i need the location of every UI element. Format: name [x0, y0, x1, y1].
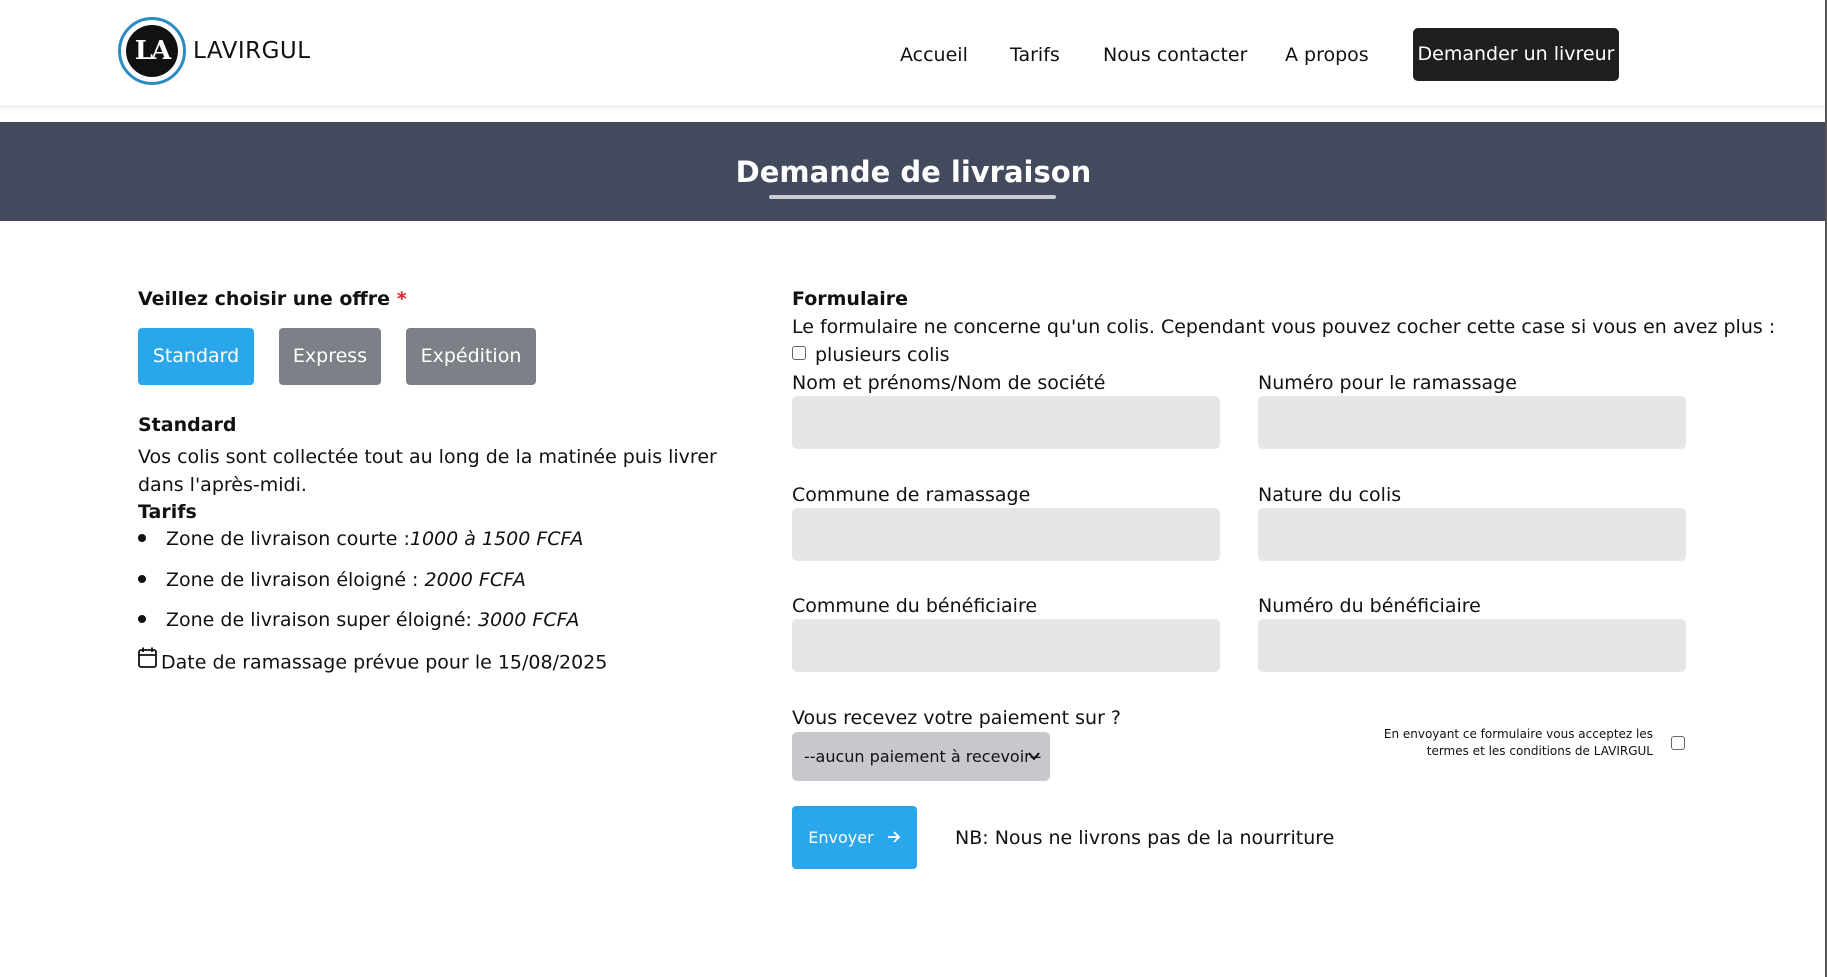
- payment-selected-value: --aucun paiement à recevoir--: [804, 747, 1042, 766]
- pickup-date: Date de ramassage prévue pour le 15/08/2…: [138, 647, 608, 676]
- parcel-nature-label: Nature du colis: [1258, 484, 1402, 506]
- nav-contact[interactable]: Nous contacter: [1103, 44, 1247, 66]
- terms-text: En envoyant ce formulaire vous acceptez …: [1383, 727, 1653, 758]
- send-button[interactable]: Envoyer: [792, 806, 917, 869]
- page-banner: Demande de livraison: [0, 122, 1827, 221]
- multiple-parcels-label: plusieurs colis: [815, 344, 950, 366]
- tarif-label: Zone de livraison courte :: [166, 528, 410, 550]
- pickup-number-label: Numéro pour le ramassage: [1258, 372, 1517, 394]
- tarif-item: Zone de livraison éloigné : 2000 FCFA: [138, 569, 526, 591]
- offer-description: Vos colis sont collectée tout au long de…: [138, 446, 717, 496]
- offer-detail-title: Standard: [138, 414, 237, 436]
- pickup-commune-label: Commune de ramassage: [792, 484, 1031, 506]
- offer-standard-button[interactable]: Standard: [138, 328, 254, 385]
- bullet: [138, 614, 146, 623]
- food-note: NB: Nous ne livrons pas de la nourriture: [955, 827, 1335, 849]
- form-title: Formulaire: [792, 288, 909, 310]
- offer-label-text: Veillez choisir une offre: [138, 288, 391, 310]
- tarif-price: 3000 FCFA: [478, 609, 580, 631]
- chevron-down-icon: [1028, 732, 1040, 802]
- terms-checkbox[interactable]: [1671, 736, 1685, 750]
- nav-tarifs[interactable]: Tarifs: [1010, 44, 1060, 66]
- logo[interactable]: LA: [118, 17, 186, 85]
- offer-express-button[interactable]: Express: [279, 328, 381, 385]
- title-underline: [769, 195, 1056, 199]
- tarif-item: Zone de livraison super éloigné: 3000 FC…: [138, 609, 579, 631]
- recipient-number-label: Numéro du bénéficiaire: [1258, 595, 1481, 617]
- site-header: LA LAVIRGUL Accueil Tarifs Nous contacte…: [0, 0, 1827, 107]
- bullet: [138, 574, 146, 583]
- tarif-price: 1000 à 1500 FCFA: [409, 528, 584, 550]
- tarif-price: 2000 FCFA: [424, 569, 526, 591]
- bullet: [138, 533, 146, 542]
- payment-select[interactable]: --aucun paiement à recevoir--: [792, 732, 1050, 781]
- payment-label: Vous recevez votre paiement sur ?: [792, 707, 1122, 729]
- name-label: Nom et prénoms/Nom de société: [792, 372, 1106, 394]
- tarif-label: Zone de livraison super éloigné:: [166, 609, 478, 631]
- parcel-nature-input[interactable]: [1258, 508, 1686, 561]
- tarif-item: Zone de livraison courte :1000 à 1500 FC…: [138, 528, 583, 550]
- required-mark: *: [396, 288, 407, 310]
- recipient-commune-input[interactable]: [792, 619, 1220, 672]
- nav-about[interactable]: A propos: [1285, 44, 1369, 66]
- tarifs-title: Tarifs: [138, 501, 197, 523]
- name-input[interactable]: [792, 396, 1220, 449]
- browser-window: LA LAVIRGUL Accueil Tarifs Nous contacte…: [0, 0, 1827, 977]
- arrow-right-icon: [887, 806, 901, 869]
- nav-accueil[interactable]: Accueil: [900, 44, 968, 66]
- request-courier-button[interactable]: Demander un livreur: [1413, 28, 1619, 81]
- pickup-date-text: Date de ramassage prévue pour le 15/08/2…: [161, 651, 608, 674]
- logo-mark: LA: [126, 25, 178, 77]
- offer-expedition-button[interactable]: Expédition: [406, 328, 536, 385]
- pickup-number-input[interactable]: [1258, 396, 1686, 449]
- recipient-number-input[interactable]: [1258, 619, 1686, 672]
- pickup-commune-input[interactable]: [792, 508, 1220, 561]
- tarif-label: Zone de livraison éloigné :: [166, 569, 425, 591]
- form-intro: Le formulaire ne concerne qu'un colis. C…: [792, 316, 1776, 338]
- multiple-parcels-checkbox[interactable]: [792, 346, 806, 360]
- brand-name[interactable]: LAVIRGUL: [193, 38, 311, 64]
- send-label: Envoyer: [808, 828, 874, 847]
- offer-label: Veillez choisir une offre *: [138, 288, 407, 310]
- calendar-icon: [138, 647, 157, 673]
- page-title: Demande de livraison: [735, 155, 1092, 189]
- recipient-commune-label: Commune du bénéficiaire: [792, 595, 1038, 617]
